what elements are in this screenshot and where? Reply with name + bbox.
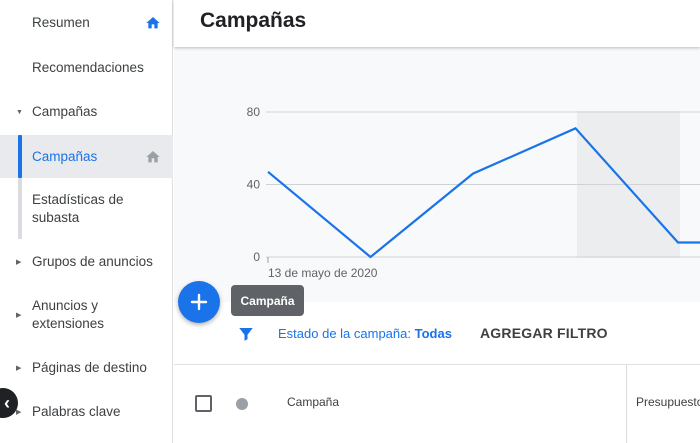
add-filter-button[interactable]: AGREGAR FILTRO (480, 325, 608, 341)
sidebar-item-label: Resumen (32, 15, 90, 30)
sidebar-item-campanas[interactable]: Campañas (0, 135, 173, 178)
sidebar-item-paginas-destino[interactable]: ▶ Páginas de destino (0, 355, 173, 381)
home-icon (146, 150, 160, 162)
sidebar-item-palabras-clave[interactable]: ▶ Palabras clave (0, 399, 173, 425)
campaign-status-filter[interactable]: Estado de la campaña: Todas (278, 326, 452, 341)
page-header: Campañas (174, 0, 700, 47)
sidebar-item-anuncios-extensiones[interactable]: ▶ Anuncios y extensiones (0, 295, 173, 335)
sidebar-item-label: Palabras clave (32, 404, 121, 419)
column-header-budget[interactable]: Presupuesto (636, 395, 700, 409)
line-chart: 80 40 0 13 de mayo de 2020 (174, 47, 700, 302)
x-axis-start-label: 13 de mayo de 2020 (268, 266, 378, 280)
filter-icon[interactable] (237, 325, 255, 343)
select-all-checkbox[interactable] (195, 395, 212, 412)
fab-tooltip: Campaña (231, 285, 304, 316)
sidebar-item-label: Campañas (32, 104, 98, 119)
sidebar-group-campanas[interactable]: ▼ Campañas (0, 99, 173, 125)
y-tick-label: 80 (247, 105, 261, 119)
plus-icon (190, 293, 208, 311)
sidebar-item-label: Recomendaciones (32, 60, 144, 75)
chevron-left-icon: ‹ (4, 392, 10, 413)
performance-chart: 80 40 0 13 de mayo de 2020 (174, 47, 700, 302)
active-indicator (18, 135, 22, 178)
column-divider (626, 365, 627, 443)
caret-right-icon: ▶ (16, 312, 22, 319)
sidebar-item-estadisticas-subasta[interactable]: Estadísticas de subasta (0, 189, 173, 229)
home-icon (146, 17, 160, 29)
y-tick-label: 40 (247, 178, 261, 192)
y-tick-label: 0 (253, 250, 260, 264)
sidebar-item-recomendaciones[interactable]: Recomendaciones (0, 55, 173, 81)
sidebar-item-resumen[interactable]: Resumen (0, 10, 173, 36)
caret-right-icon: ▶ (16, 365, 22, 372)
sidebar-item-label: Anuncios y extensiones (32, 298, 105, 331)
sidebar-item-grupos-anuncios[interactable]: ▶ Grupos de anuncios (0, 249, 173, 275)
sidebar: Resumen Recomendaciones ▼ Campañas Campa… (0, 0, 173, 443)
caret-right-icon: ▶ (16, 409, 22, 416)
sidebar-item-label: Páginas de destino (32, 360, 147, 375)
page-title: Campañas (200, 9, 307, 32)
add-campaign-button[interactable] (178, 281, 220, 323)
table-header: Campaña Presupuesto (174, 365, 700, 443)
status-dot-icon (236, 398, 248, 410)
caret-right-icon: ▶ (16, 259, 22, 266)
caret-down-icon: ▼ (16, 108, 23, 116)
column-header-campaign[interactable]: Campaña (287, 395, 339, 409)
filter-value: Todas (414, 326, 452, 341)
sidebar-item-label: Campañas (32, 148, 98, 164)
sidebar-item-label: Estadísticas de subasta (32, 192, 124, 225)
sidebar-item-label: Grupos de anuncios (32, 254, 153, 269)
filter-label: Estado de la campaña: (278, 326, 411, 341)
